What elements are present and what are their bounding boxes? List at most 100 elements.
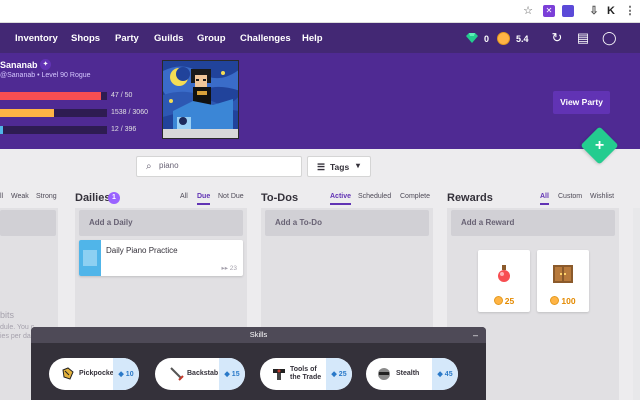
extension-x-icon[interactable]: ✕ [543,5,555,17]
messages-icon[interactable]: ▤ [576,31,590,45]
mana-value: 12 / 396 [111,126,137,133]
health-bar [0,92,107,100]
daily-checkbox[interactable] [79,240,101,276]
skill-cost-value: 45 [444,370,453,378]
dailies-title: Dailies [75,192,111,204]
rewards-filter-wishlist[interactable]: Wishlist [590,193,614,200]
daily-streak: ▸▸ 23 [221,265,237,272]
daily-title: Daily Piano Practice [106,246,178,255]
plus-icon[interactable]: + [586,132,613,159]
mana-fill [0,126,4,134]
rewards-title: Rewards [447,192,493,204]
gold-count: 5.4 [516,34,529,44]
nav-party[interactable]: Party [115,33,139,44]
user-header: Sananab ✦ @Sananab • Level 90 Rogue 47 /… [0,53,640,149]
rewards-filter-all[interactable]: All [540,193,549,205]
skills-header[interactable]: Skills – [31,327,486,343]
add-todo-input[interactable]: Add a To-Do [265,210,429,236]
skill-tools-of-the-trade[interactable]: Tools of the Trade ◆ 25 [260,358,352,390]
habits-empty-text-1: dule. You c [0,324,35,331]
dailies-filter-due[interactable]: Due [197,193,211,205]
daily-card[interactable]: Daily Piano Practice ▸▸ 23 [79,240,243,276]
tags-dropdown[interactable]: ☰ Tags ▾ [307,156,371,177]
skill-mana-cost: ◆ 45 [432,358,458,390]
add-habit-input[interactable] [0,210,56,236]
rogue-class-icon: ✦ [40,59,51,70]
avatar-image [163,61,238,138]
nav-guilds[interactable]: Guilds [154,33,184,44]
reward-cost: 100 [537,296,589,306]
reward-cost: 25 [478,296,530,306]
tools-of-the-trade-icon [273,369,285,380]
todos-filter-complete[interactable]: Complete [400,193,430,200]
dailies-filter-all[interactable]: All [180,193,188,200]
experience-bar [0,109,107,117]
extension-grid-icon[interactable] [562,5,574,17]
health-fill [0,92,101,100]
reward-cost-value: 25 [504,296,515,306]
sync-icon[interactable]: ↻ [550,31,564,45]
todos-title: To-Dos [261,192,299,204]
add-daily-input[interactable]: Add a Daily [79,210,243,236]
habits-empty-title: bits [0,310,15,320]
habits-filter-all[interactable]: ll [0,193,3,200]
nav-challenges[interactable]: Challenges [240,33,291,44]
skill-cost-value: 25 [338,370,347,378]
armoire-icon [553,265,573,283]
add-reward-input[interactable]: Add a Reward [451,210,615,236]
experience-fill [0,109,54,117]
dailies-count-badge: 1 [108,192,120,204]
search-input[interactable] [159,161,289,170]
reward-cost-value: 100 [561,296,576,306]
search-box: ⌕ [136,156,302,177]
view-party-button[interactable]: View Party [553,91,610,114]
stealth-icon [378,368,390,380]
skill-backstab[interactable]: Backstab ◆ 15 [155,358,245,390]
skill-stealth[interactable]: Stealth ◆ 45 [366,358,458,390]
checkbox-icon [83,250,97,266]
gold-coin-icon [550,296,560,305]
avatar[interactable] [162,60,239,139]
skill-cost-value: 10 [125,370,134,378]
nav-group[interactable]: Group [197,33,226,44]
extension-download-icon[interactable]: ⇩ [588,5,600,17]
minimize-icon[interactable]: – [473,327,478,343]
habits-filter-weak[interactable]: Weak [11,193,29,200]
user-icon[interactable]: ◯ [602,31,617,45]
skill-mana-cost: ◆ 15 [219,358,245,390]
tags-label: Tags [330,162,350,172]
health-value: 47 / 50 [111,92,133,99]
bookmark-star-icon[interactable]: ☆ [522,5,534,17]
skill-cost-value: 15 [231,370,240,378]
nav-help[interactable]: Help [302,33,323,44]
extension-k-icon[interactable]: K [605,5,617,17]
chevron-down-icon: ▾ [356,161,361,170]
skill-name: Stealth [396,370,420,378]
skill-name: Tools of the Trade [290,366,322,381]
dailies-filter-not-due[interactable]: Not Due [218,193,244,200]
reward-health-potion[interactable]: 25 [478,250,530,312]
scrollbar[interactable] [633,208,640,400]
rewards-filter-custom[interactable]: Custom [558,193,582,200]
gold-coin-icon [493,296,503,305]
gem-count: 0 [484,34,490,44]
todos-filter-scheduled[interactable]: Scheduled [358,193,391,200]
experience-value: 1538 / 3060 [111,109,148,116]
todos-filter-active[interactable]: Active [330,193,352,205]
gem-icon [466,33,478,43]
browser-menu-icon[interactable]: ⋮ [624,5,636,17]
backstab-icon [170,367,184,381]
habits-filter-strong[interactable]: Strong [36,193,57,200]
skill-pickpocket[interactable]: Pickpocket ◆ 10 [49,358,139,390]
mana-bar [0,126,107,134]
skills-panel: Skills – Pickpocket ◆ 10 Backstab ◆ 15 Too… [31,327,486,400]
browser-toolbar: ☆ ✕ ⇩ K ⋮ [0,0,640,23]
reward-armoire[interactable]: 100 [537,250,589,312]
skill-name: Pickpocket [79,370,116,378]
nav-inventory[interactable]: Inventory [15,33,58,44]
nav-shops[interactable]: Shops [71,33,100,44]
health-potion-icon [498,265,510,282]
user-name: Sananab [0,60,38,70]
skill-mana-cost: ◆ 10 [113,358,139,390]
skills-title: Skills [249,330,268,339]
